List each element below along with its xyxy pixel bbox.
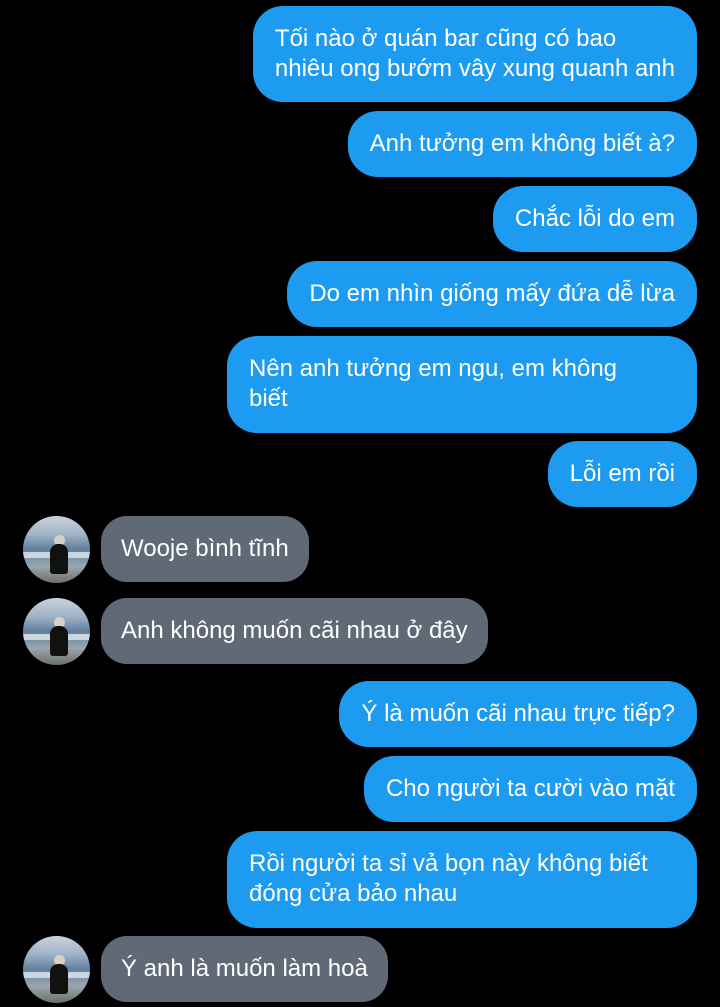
avatar-person xyxy=(50,964,68,994)
message-bubble-incoming[interactable]: Anh không muốn cãi nhau ở đây xyxy=(101,598,488,664)
avatar-icon[interactable] xyxy=(23,936,90,1003)
message-bubble-outgoing[interactable]: Tối nào ở quán bar cũng có bao nhiêu ong… xyxy=(252,6,697,102)
message-bubble-outgoing[interactable]: Nên anh tưởng em ngu, em không biết xyxy=(227,336,697,433)
message-bubble-outgoing[interactable]: Do em nhìn giống mấy đứa dễ lừa xyxy=(287,261,697,327)
message-bubble-outgoing[interactable]: Ý là muốn cãi nhau trực tiếp? xyxy=(339,681,697,747)
avatar-person xyxy=(50,544,68,574)
avatar-icon[interactable] xyxy=(23,598,90,665)
message-bubble-incoming[interactable]: Ý anh là muốn làm hoà xyxy=(101,936,388,1002)
message-bubble-incoming[interactable]: Wooje bình tĩnh xyxy=(101,516,309,582)
avatar-person xyxy=(50,626,68,656)
message-bubble-outgoing[interactable]: Chắc lỗi do em xyxy=(492,186,697,252)
message-bubble-outgoing[interactable]: Anh tưởng em không biết à? xyxy=(347,111,697,177)
avatar-icon[interactable] xyxy=(23,516,90,583)
message-bubble-outgoing[interactable]: Lỗi em rồi xyxy=(547,441,697,507)
chat-thread: Tối nào ở quán bar cũng có bao nhiêu ong… xyxy=(0,0,720,1007)
message-bubble-outgoing[interactable]: Cho người ta cười vào mặt xyxy=(363,756,697,822)
message-bubble-outgoing[interactable]: Rồi người ta sỉ vả bọn này không biết đó… xyxy=(227,831,697,928)
